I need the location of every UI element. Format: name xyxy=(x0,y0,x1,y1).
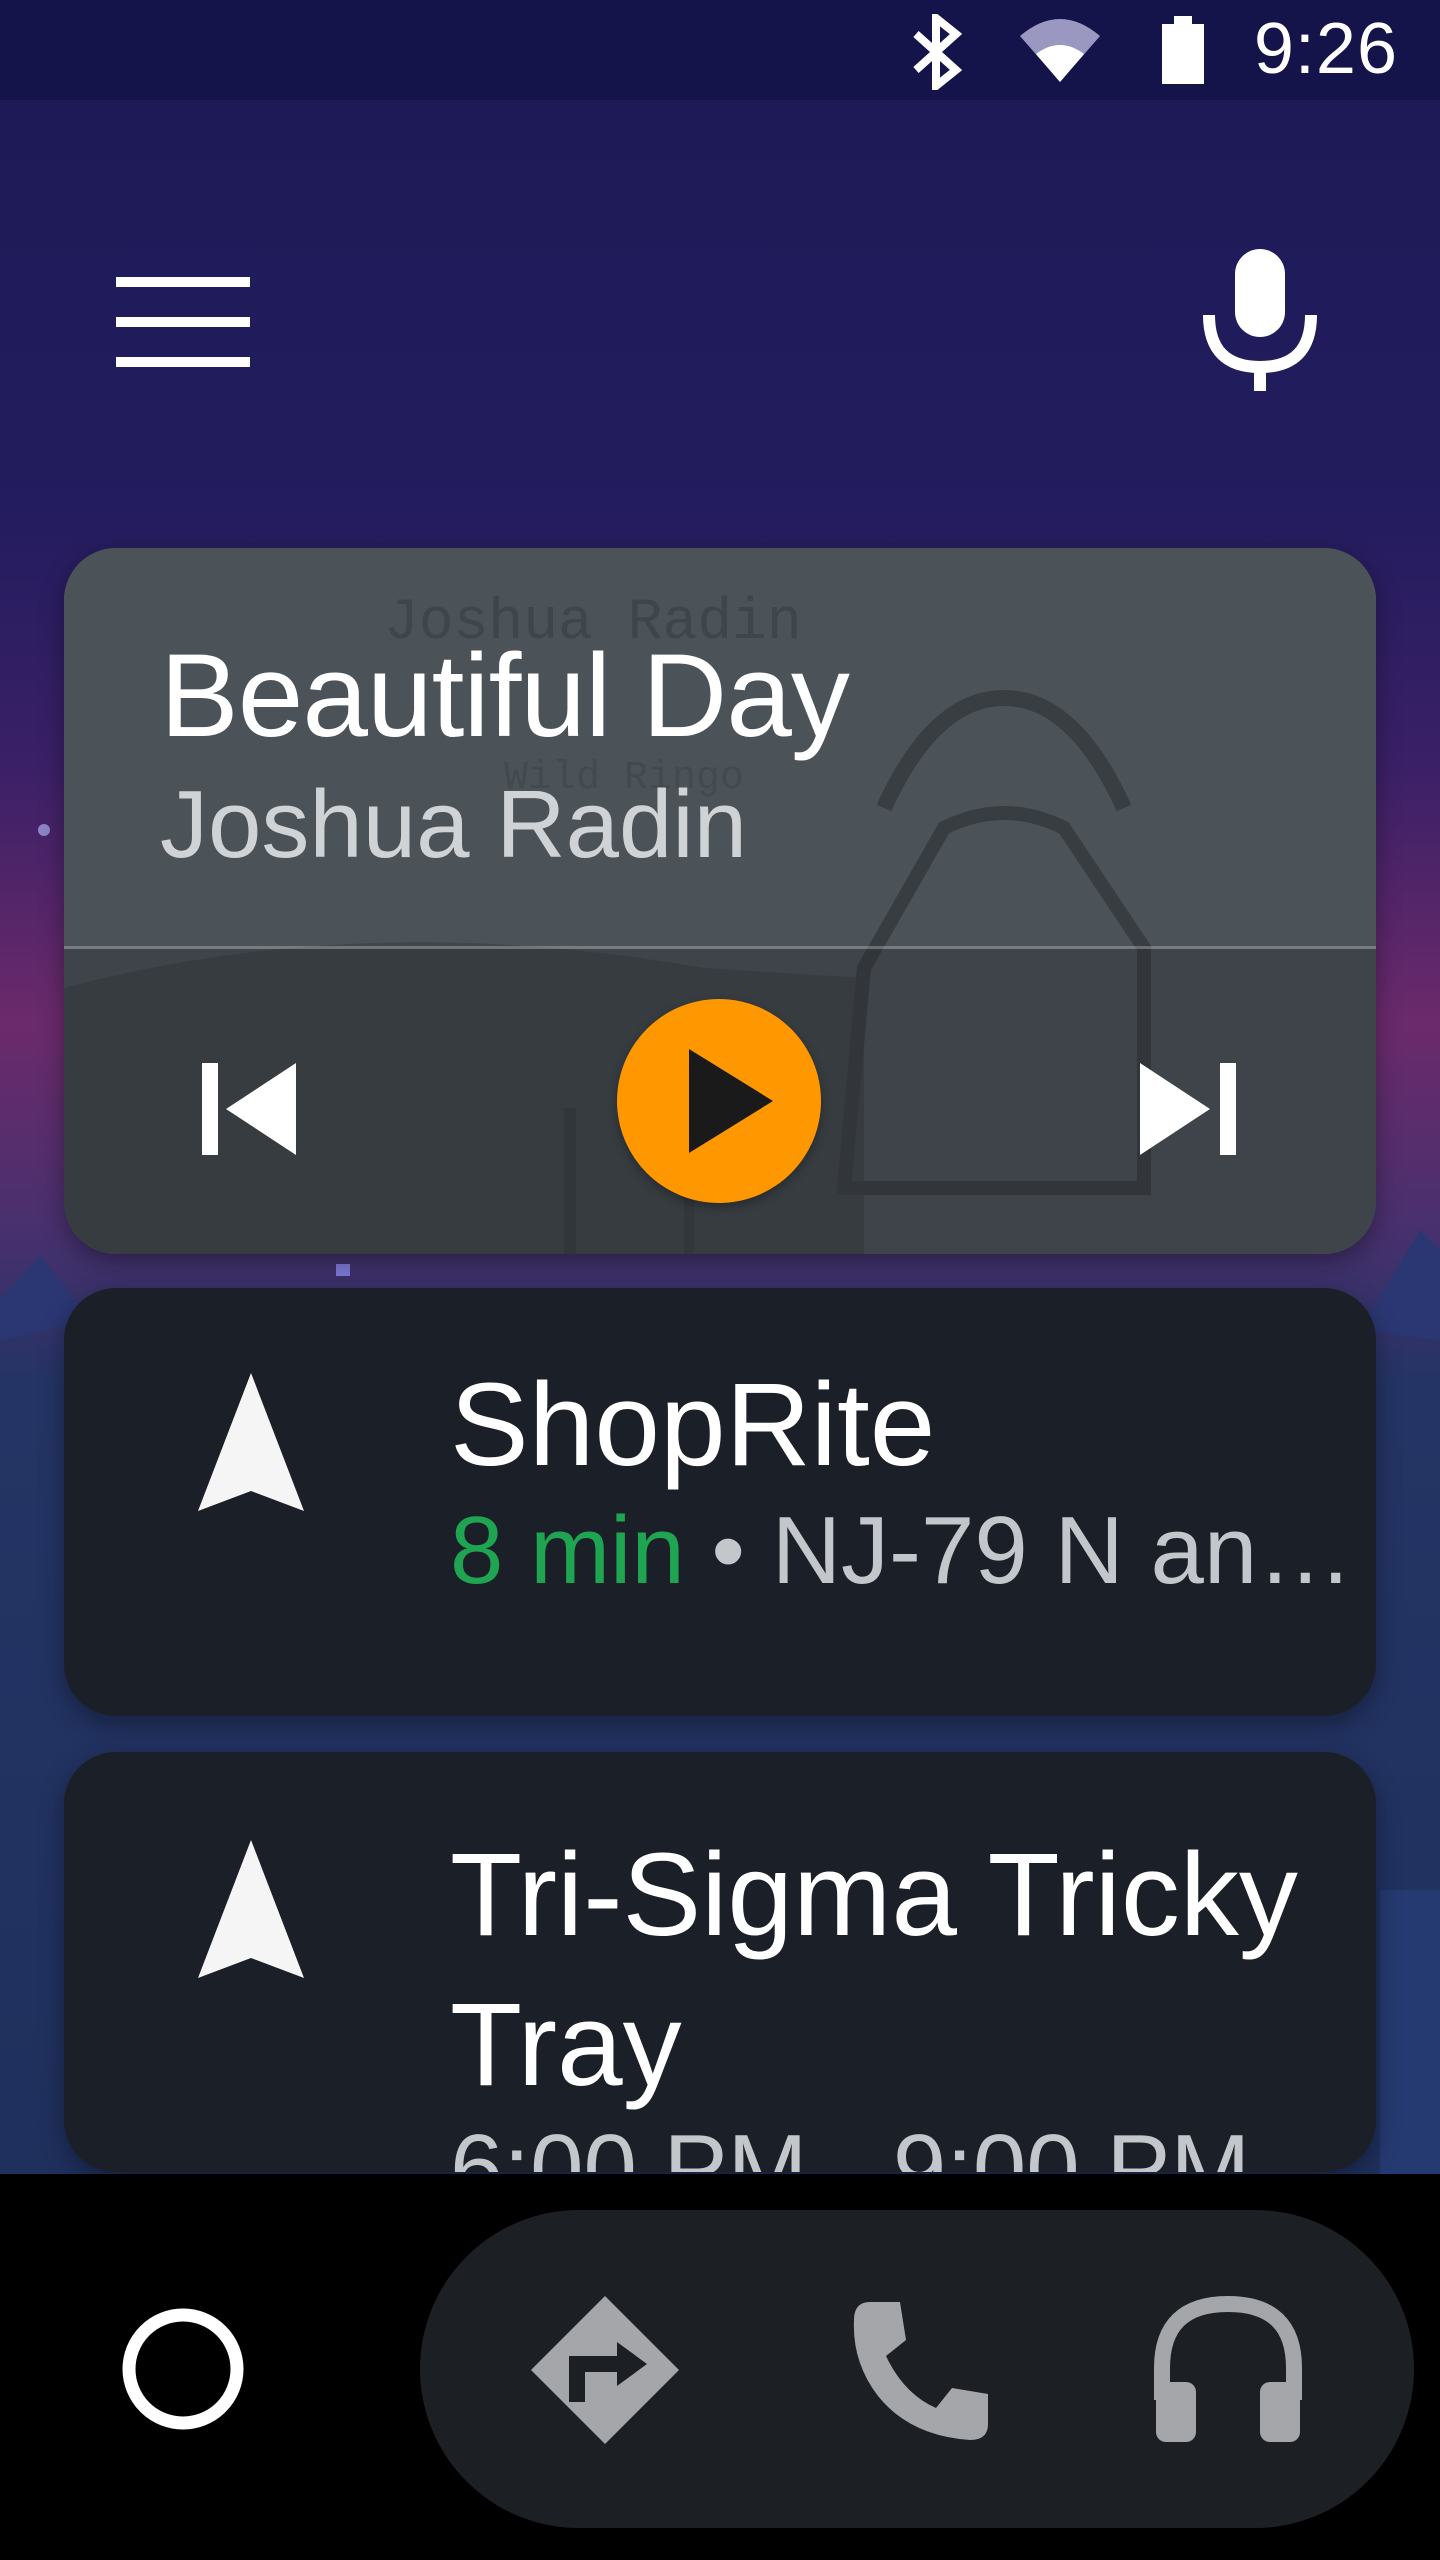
home-circle-icon xyxy=(122,2308,244,2430)
play-button[interactable] xyxy=(617,999,821,1203)
skip-next-icon xyxy=(1140,1063,1236,1155)
audio-app-button[interactable] xyxy=(1148,2290,1308,2450)
event-suggestion-card[interactable]: Tri-Sigma Tricky Tray 6:00 PM - 9:00 PM xyxy=(64,1752,1376,2172)
event-name: Tri-Sigma Tricky Tray xyxy=(450,1829,1298,2111)
microphone-icon xyxy=(1203,249,1317,391)
skip-previous-icon xyxy=(202,1063,296,1155)
event-time: 6:00 PM - 9:00 PM xyxy=(450,2115,1251,2172)
media-card[interactable]: Joshua Radin Wild Ringo Beautiful Day Jo… xyxy=(64,548,1376,1254)
eta: 8 min xyxy=(450,1497,685,1604)
navigation-arrow-icon xyxy=(198,1840,304,1978)
bluetooth-icon xyxy=(908,9,968,95)
route-info: 8 min • NJ-79 N an… xyxy=(450,1496,1353,1606)
destination-name: ShopRite xyxy=(450,1359,936,1491)
clock: 9:26 xyxy=(1253,9,1398,89)
navigation-app-button[interactable] xyxy=(525,2290,685,2450)
voice-button[interactable] xyxy=(1195,245,1325,395)
navigation-arrow-icon xyxy=(198,1373,304,1511)
separator: • xyxy=(684,1497,772,1604)
app-dock xyxy=(420,2210,1414,2528)
bottom-nav-bar xyxy=(0,2174,1440,2560)
route: NJ-79 N an… xyxy=(771,1497,1354,1604)
media-controls xyxy=(64,949,1376,1254)
home-button[interactable] xyxy=(118,2304,248,2434)
menu-icon xyxy=(116,277,250,367)
battery-icon xyxy=(1160,14,1206,91)
track-title: Beautiful Day xyxy=(160,630,850,762)
phone-app-button[interactable] xyxy=(840,2290,1000,2450)
track-artist: Joshua Radin xyxy=(160,771,748,878)
navigation-icon xyxy=(531,2296,679,2444)
play-icon xyxy=(689,1049,773,1153)
skip-next-button[interactable] xyxy=(1132,1049,1262,1169)
menu-button[interactable] xyxy=(100,255,250,385)
skip-previous-button[interactable] xyxy=(194,1049,324,1169)
navigation-suggestion-card[interactable]: ShopRite 8 min • NJ-79 N an… xyxy=(64,1288,1376,1716)
wifi-icon xyxy=(1018,14,1102,89)
headphones-icon xyxy=(1154,2295,1302,2442)
phone-icon xyxy=(853,2302,988,2440)
status-bar: 9:26 xyxy=(0,0,1440,100)
